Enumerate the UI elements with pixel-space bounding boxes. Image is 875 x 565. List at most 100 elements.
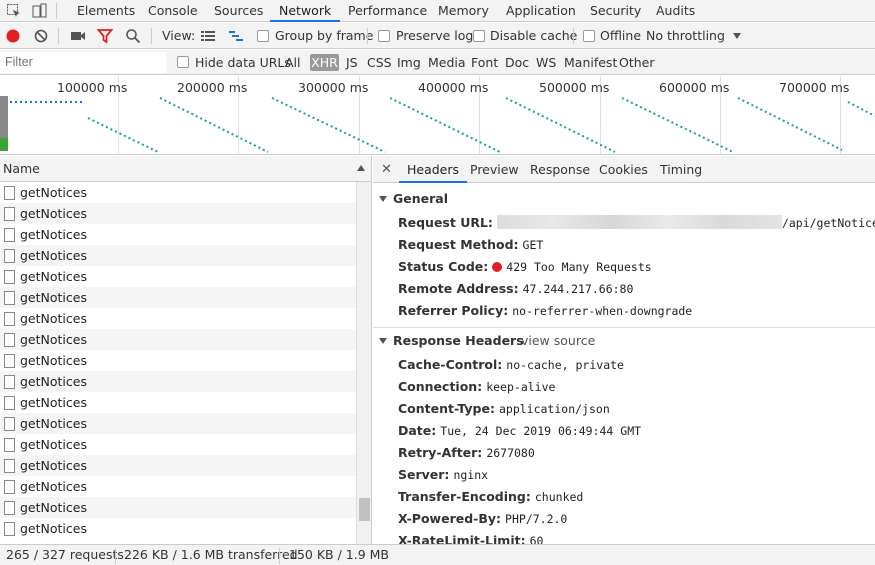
divider	[573, 28, 574, 44]
tab-response[interactable]: Response	[530, 156, 590, 183]
list-scrollbar[interactable]	[356, 182, 371, 544]
table-row[interactable]: getNotices	[0, 182, 356, 203]
filter-type-ws[interactable]: WS	[536, 50, 556, 75]
request-method-value: GET	[522, 238, 544, 252]
request-details-pane: ✕ Headers Preview Response Cookies Timin…	[373, 156, 875, 544]
filter-input[interactable]	[0, 52, 166, 73]
table-row[interactable]: getNotices	[0, 308, 356, 329]
table-row[interactable]: getNotices	[0, 455, 356, 476]
response-headers-section-header[interactable]: Response Headers view source	[373, 329, 875, 353]
table-row[interactable]: getNotices	[0, 413, 356, 434]
record-icon[interactable]	[5, 28, 21, 44]
filter-type-js[interactable]: JS	[346, 50, 358, 75]
tab-cookies[interactable]: Cookies	[599, 156, 648, 183]
list-header[interactable]: Name	[0, 156, 371, 182]
search-icon[interactable]	[125, 28, 141, 44]
tab-audits[interactable]: Audits	[656, 0, 695, 22]
network-overview-timeline[interactable]: 100000 ms 200000 ms 300000 ms 400000 ms …	[0, 76, 875, 155]
tab-application[interactable]: Application	[506, 0, 576, 22]
header-key: X-Powered-By:	[398, 511, 502, 526]
capture-screenshots-icon[interactable]	[70, 28, 86, 44]
disable-cache-label: Disable cache	[490, 28, 578, 43]
offline-checkbox[interactable]	[583, 30, 595, 42]
request-method-row: Request Method: GET	[398, 234, 543, 256]
filter-type-manifest[interactable]: Manifest	[564, 50, 617, 75]
preserve-log-label: Preserve log	[396, 28, 474, 43]
response-header-row: X-RateLimit-Limit: 60	[398, 530, 543, 544]
table-row[interactable]: getNotices	[0, 518, 356, 539]
table-row[interactable]: getNotices	[0, 371, 356, 392]
tab-elements[interactable]: Elements	[77, 0, 135, 22]
view-source-link[interactable]: view source	[521, 329, 595, 353]
timeline-series-line	[737, 97, 843, 151]
header-value: 2677080	[486, 446, 535, 460]
filter-type-img[interactable]: Img	[397, 50, 421, 75]
table-row[interactable]: getNotices	[0, 224, 356, 245]
filter-type-other[interactable]: Other	[619, 50, 655, 75]
divider	[151, 28, 152, 44]
tab-network[interactable]: Network	[270, 0, 341, 22]
filter-type-font[interactable]: Font	[471, 50, 498, 75]
close-icon[interactable]: ✕	[381, 156, 392, 183]
request-name: getNotices	[20, 185, 87, 200]
table-row[interactable]: getNotices	[0, 266, 356, 287]
response-header-row: Transfer-Encoding: chunked	[398, 486, 583, 508]
offline-label: Offline	[600, 28, 642, 43]
request-count: 265 / 327 requests	[6, 547, 124, 562]
tab-performance[interactable]: Performance	[348, 0, 427, 22]
hide-data-urls-checkbox[interactable]	[177, 56, 189, 68]
device-toolbar-icon[interactable]	[31, 3, 47, 19]
table-row[interactable]: getNotices	[0, 287, 356, 308]
filter-type-doc[interactable]: Doc	[505, 50, 529, 75]
chevron-down-icon[interactable]	[733, 33, 741, 39]
preserve-log-checkbox[interactable]	[378, 30, 390, 42]
status-code-value: 429 Too Many Requests	[506, 260, 652, 274]
disable-cache-checkbox[interactable]	[473, 30, 485, 42]
tab-console[interactable]: Console	[148, 0, 198, 22]
document-icon	[4, 522, 15, 536]
filter-type-media[interactable]: Media	[428, 50, 466, 75]
filter-type-css[interactable]: CSS	[367, 50, 392, 75]
throttling-select[interactable]: No throttling	[646, 23, 725, 49]
filter-type-all[interactable]: All	[285, 50, 301, 75]
filter-type-xhr[interactable]: XHR	[310, 54, 339, 71]
table-row[interactable]: getNotices	[0, 392, 356, 413]
table-row[interactable]: getNotices	[0, 350, 356, 371]
tab-headers[interactable]: Headers	[399, 156, 468, 183]
table-row[interactable]: getNotices	[0, 476, 356, 497]
header-value: nginx	[453, 468, 489, 482]
large-request-rows-icon[interactable]	[200, 28, 216, 44]
header-key: Retry-After:	[398, 445, 483, 460]
tab-memory[interactable]: Memory	[438, 0, 489, 22]
request-url-row: Request URL: /api/getNotices	[398, 212, 875, 234]
table-row[interactable]: getNotices	[0, 203, 356, 224]
table-row[interactable]: getNotices	[0, 329, 356, 350]
table-row[interactable]: getNotices	[0, 434, 356, 455]
name-column-header[interactable]: Name	[3, 156, 40, 182]
inspect-element-icon[interactable]	[6, 3, 22, 19]
sort-ascending-icon[interactable]	[357, 165, 365, 171]
timeline-series-line	[389, 97, 501, 153]
clear-icon[interactable]	[33, 28, 49, 44]
tab-sources[interactable]: Sources	[214, 0, 263, 22]
tab-security[interactable]: Security	[590, 0, 641, 22]
timeline-series-line	[847, 101, 875, 117]
tab-preview[interactable]: Preview	[470, 156, 519, 183]
document-icon	[4, 396, 15, 410]
group-by-frame-checkbox[interactable]	[257, 30, 269, 42]
waterfall-overview-icon[interactable]	[228, 28, 244, 44]
header-key: X-RateLimit-Limit:	[398, 533, 526, 544]
scrollbar-thumb[interactable]	[359, 498, 370, 521]
table-row[interactable]: getNotices	[0, 245, 356, 266]
chevron-down-icon	[379, 338, 387, 344]
filter-icon[interactable]	[97, 28, 113, 44]
general-title: General	[393, 191, 448, 206]
tab-timing[interactable]: Timing	[660, 156, 702, 183]
request-name: getNotices	[20, 479, 87, 494]
table-row[interactable]: getNotices	[0, 497, 356, 518]
general-section-header[interactable]: General	[373, 187, 448, 211]
divider	[56, 3, 57, 19]
view-label: View:	[162, 28, 196, 43]
request-name: getNotices	[20, 374, 87, 389]
network-toolbar: View: Group by frame Preserve log Disabl…	[0, 23, 875, 49]
